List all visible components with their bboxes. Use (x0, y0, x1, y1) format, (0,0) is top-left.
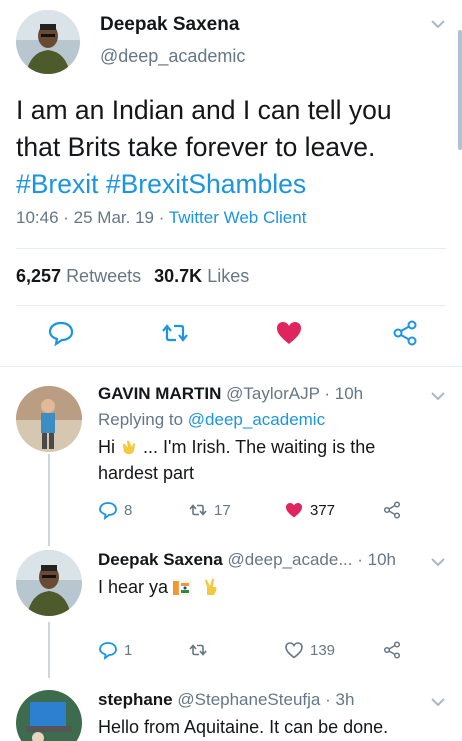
author-handle[interactable]: @deep_acade... (227, 550, 352, 569)
reply-text: Hi ... I'm Irish. The waiting is the har… (98, 437, 376, 483)
retweet-icon (189, 504, 207, 516)
reply-icon (99, 502, 117, 520)
reply-header: Deepak Saxena @deep_acade... · 10h (98, 550, 397, 569)
reply-icon (99, 642, 117, 660)
avatar[interactable] (16, 550, 82, 616)
reply-header: stephane @StephaneSteufja · 3h (98, 690, 355, 709)
tweet-time[interactable]: 10:46 (16, 208, 59, 227)
clapping-hands-emoji (120, 437, 138, 455)
reply-tweet[interactable]: Deepak Saxena @deep_acade... · 10h I hea… (0, 538, 462, 678)
share-button[interactable] (382, 498, 402, 522)
author-name[interactable]: Deepak Saxena (100, 14, 239, 36)
author-handle[interactable]: @deep_academic (100, 46, 245, 67)
retweet-button[interactable]: 17 (188, 498, 231, 522)
share-icon (383, 501, 401, 519)
likes-stat[interactable]: 30.7K Likes (154, 266, 249, 286)
retweet-icon[interactable] (160, 318, 190, 348)
reply-text: I hear ya (98, 574, 428, 603)
share-icon (383, 641, 401, 659)
like-count: 377 (310, 501, 336, 519)
thread-line (48, 538, 50, 546)
reply-actions: 1 139 (98, 638, 418, 662)
mention-link[interactable]: @deep_academic (188, 410, 325, 429)
retweet-count: 17 (214, 501, 231, 519)
author-name[interactable]: stephane (98, 690, 173, 709)
like-icon (285, 642, 303, 659)
tweet-actions (0, 318, 462, 358)
reply-button[interactable]: 1 (98, 638, 132, 662)
reply-button[interactable]: 8 (98, 498, 132, 522)
author-handle[interactable]: @StephaneSteufja (177, 690, 320, 709)
like-button[interactable]: 377 (284, 498, 335, 522)
author-name[interactable]: Deepak Saxena (98, 550, 223, 569)
scroll-indicator[interactable] (458, 30, 462, 150)
reply-text: Hello from Aquitaine. It can be done. (98, 717, 389, 737)
like-count: 139 (310, 641, 336, 659)
reply-header: GAVIN MARTIN @TaylorAJP · 10h (98, 384, 364, 403)
avatar[interactable] (16, 690, 82, 741)
tweet-meta: 10:46 · 25 Mar. 19 · Twitter Web Client (16, 208, 307, 227)
chevron-down-icon[interactable] (430, 390, 446, 402)
chevron-down-icon[interactable] (430, 556, 446, 568)
like-icon[interactable] (274, 318, 304, 348)
tweet-stats: 6,257 Retweets 30.7K Likes (16, 266, 249, 287)
retweet-icon (189, 644, 207, 656)
tweet-age[interactable]: 10h (368, 550, 396, 569)
thread-line (48, 454, 50, 538)
divider (16, 248, 446, 249)
retweet-button[interactable] (188, 638, 208, 662)
share-icon[interactable] (390, 318, 420, 348)
reply-tweet[interactable]: stephane @StephaneSteufja · 3h Hello fro… (0, 678, 462, 741)
divider (16, 305, 446, 306)
share-button[interactable] (382, 638, 402, 662)
reply-count: 1 (124, 641, 133, 659)
avatar[interactable] (16, 10, 80, 74)
avatar[interactable] (16, 386, 82, 452)
author-handle[interactable]: @TaylorAJP (226, 384, 319, 403)
hashtag-link[interactable]: #Brexit (16, 169, 98, 199)
india-flag-emoji (173, 577, 197, 603)
chevron-down-icon[interactable] (430, 696, 446, 708)
tweet-age[interactable]: 3h (335, 690, 354, 709)
reply-tweet[interactable]: GAVIN MARTIN @TaylorAJP · 10h Replying t… (0, 366, 462, 538)
thread-line (48, 622, 50, 678)
author-name[interactable]: GAVIN MARTIN (98, 384, 221, 403)
reply-icon[interactable] (46, 318, 76, 348)
reply-count: 8 (124, 501, 133, 519)
tweet-text-line: I am an Indian and I can tell you (16, 95, 392, 125)
chevron-down-icon[interactable] (430, 18, 446, 30)
tweet-age[interactable]: 10h (335, 384, 363, 403)
retweets-stat[interactable]: 6,257 Retweets (16, 266, 141, 286)
tweet-text-line: that Brits take forever to leave. (16, 132, 376, 162)
reply-actions: 8 17 377 (98, 498, 418, 522)
tweet-text: I am an Indian and I can tell you that B… (16, 92, 446, 203)
replying-to: Replying to @deep_academic (98, 410, 326, 429)
like-button[interactable]: 139 (284, 638, 335, 662)
tweet-client-link[interactable]: Twitter Web Client (169, 208, 307, 227)
tweet-date[interactable]: 25 Mar. 19 (74, 208, 154, 227)
hashtag-link[interactable]: #BrexitShambles (106, 169, 306, 199)
like-icon (286, 503, 302, 518)
victory-hand-emoji (202, 577, 220, 603)
